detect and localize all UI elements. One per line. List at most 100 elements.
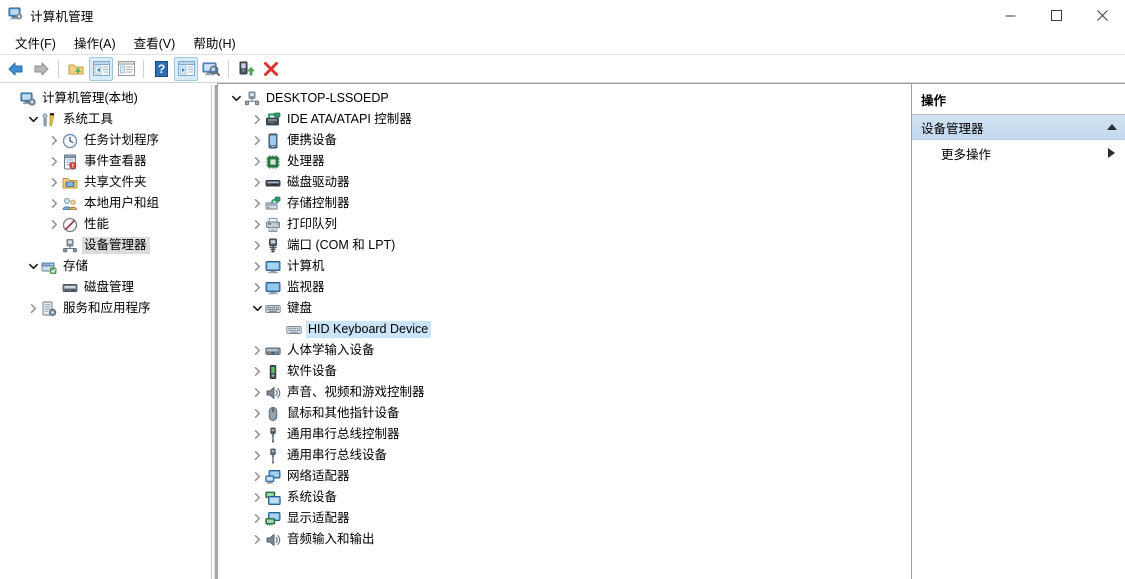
sidebar-tree-row[interactable]: 服务和应用程序 <box>0 298 209 319</box>
menu-help[interactable]: 帮助(H) <box>184 30 244 55</box>
device-tree-row[interactable]: 键盘 <box>218 298 911 319</box>
uninstall-device-icon[interactable] <box>259 57 283 81</box>
menu-action[interactable]: 操作(A) <box>65 30 125 55</box>
chevron-placeholder <box>4 91 20 107</box>
chevron-right-icon[interactable] <box>249 175 265 191</box>
shared-folders-icon: 23 <box>62 175 78 191</box>
device-tree-row[interactable]: 便携设备 <box>218 130 911 151</box>
device-tree-row-label: 鼠标和其他指针设备 <box>287 406 400 420</box>
sidebar-tree-row-label: 存储 <box>63 259 89 273</box>
sidebar-tree-row[interactable]: 事件查看器 <box>0 151 209 172</box>
chevron-right-icon[interactable] <box>46 175 62 191</box>
chevron-right-icon[interactable] <box>249 469 265 485</box>
ide-controller-icon <box>265 112 281 128</box>
chevron-right-icon[interactable] <box>249 154 265 170</box>
device-tree-row[interactable]: 计算机 <box>218 256 911 277</box>
sidebar-tree-row[interactable]: 计算机管理(本地) <box>0 88 209 109</box>
device-tree-row[interactable]: 鼠标和其他指针设备 <box>218 403 911 424</box>
collapse-triangle-icon[interactable] <box>1107 124 1117 130</box>
chevron-right-icon[interactable] <box>249 280 265 296</box>
sidebar-tree-row[interactable]: 性能 <box>0 214 209 235</box>
chevron-right-icon[interactable] <box>249 385 265 401</box>
update-driver-icon[interactable] <box>234 57 258 81</box>
chevron-right-icon[interactable] <box>249 217 265 233</box>
device-tree-row[interactable]: 端口 (COM 和 LPT) <box>218 235 911 256</box>
chevron-right-icon[interactable] <box>46 154 62 170</box>
sidebar-tree-row[interactable]: 本地用户和组 <box>0 193 209 214</box>
device-tree-row[interactable]: 网络适配器 <box>218 466 911 487</box>
device-tree-row[interactable]: 软件设备 <box>218 361 911 382</box>
device-tree-row[interactable]: 处理器 <box>218 151 911 172</box>
device-tree-row[interactable]: 存储控制器 <box>218 193 911 214</box>
device-tree-row[interactable]: 显示适配器 <box>218 508 911 529</box>
chevron-right-icon[interactable] <box>249 133 265 149</box>
device-manager-pane[interactable]: DESKTOP-LSSOEDP IDE ATA/ATAPI 控制器 便携设备 处理器磁… <box>217 83 911 579</box>
help-icon[interactable]: ? <box>149 57 173 81</box>
toolbar-separator <box>143 59 144 78</box>
chevron-right-icon[interactable] <box>249 406 265 422</box>
chevron-right-icon[interactable] <box>25 301 41 317</box>
toolbar: ? <box>0 55 1125 83</box>
sound-video-game-icon <box>265 385 281 401</box>
chevron-down-icon[interactable] <box>25 112 41 128</box>
device-tree-row[interactable]: 通用串行总线控制器 <box>218 424 911 445</box>
forward-arrow-icon[interactable] <box>29 57 53 81</box>
menu-view[interactable]: 查看(V) <box>125 30 185 55</box>
close-button[interactable] <box>1079 0 1125 30</box>
task-scheduler-icon <box>62 133 78 149</box>
chevron-right-icon[interactable] <box>249 448 265 464</box>
device-tree-row[interactable]: 人体学输入设备 <box>218 340 911 361</box>
actions-section-label: 设备管理器 <box>921 121 984 136</box>
sidebar-tree-row[interactable]: 23 共享文件夹 <box>0 172 209 193</box>
minimize-button[interactable] <box>987 0 1033 30</box>
device-tree-row[interactable]: IDE ATA/ATAPI 控制器 <box>218 109 911 130</box>
scan-hardware-icon[interactable] <box>199 57 223 81</box>
maximize-button[interactable] <box>1033 0 1079 30</box>
left-splitter[interactable] <box>210 83 217 579</box>
back-arrow-icon[interactable] <box>4 57 28 81</box>
chevron-right-icon[interactable] <box>46 133 62 149</box>
device-tree-row[interactable]: 音频输入和输出 <box>218 529 911 550</box>
up-folder-icon[interactable] <box>64 57 88 81</box>
chevron-right-icon[interactable] <box>46 217 62 233</box>
sidebar-tree-row[interactable]: 存储 <box>0 256 209 277</box>
console-tree-pane[interactable]: 计算机管理(本地) 系统工具 任务计划程序 事件查看器 23 共享文件夹 本地用户和组 性能设… <box>0 83 210 579</box>
chevron-down-icon[interactable] <box>228 91 244 107</box>
chevron-right-icon[interactable] <box>249 532 265 548</box>
chevron-right-icon[interactable] <box>249 259 265 275</box>
device-tree-row-label: 键盘 <box>287 301 313 315</box>
chevron-right-icon[interactable] <box>249 112 265 128</box>
sidebar-tree-row[interactable]: 系统工具 <box>0 109 209 130</box>
chevron-right-icon[interactable] <box>249 490 265 506</box>
sidebar-tree-row[interactable]: 磁盘管理 <box>0 277 209 298</box>
menu-file[interactable]: 文件(F) <box>6 30 65 55</box>
properties-icon[interactable] <box>114 57 138 81</box>
device-tree-row[interactable]: 打印队列 <box>218 214 911 235</box>
chevron-right-icon[interactable] <box>249 196 265 212</box>
device-tree-row[interactable]: DESKTOP-LSSOEDP <box>218 88 911 109</box>
show-console-tree-icon[interactable] <box>89 56 113 81</box>
sidebar-tree-row[interactable]: 任务计划程序 <box>0 130 209 151</box>
chevron-right-icon[interactable] <box>249 238 265 254</box>
device-tree-row[interactable]: 监视器 <box>218 277 911 298</box>
device-tree-row[interactable]: 通用串行总线设备 <box>218 445 911 466</box>
chevron-right-icon[interactable] <box>249 511 265 527</box>
chevron-down-icon[interactable] <box>25 259 41 275</box>
actions-section-device-manager[interactable]: 设备管理器 <box>912 115 1125 140</box>
window-title: 计算机管理 <box>30 9 94 24</box>
device-tree-row[interactable]: HID Keyboard Device <box>218 319 911 340</box>
action-more-actions[interactable]: 更多操作 <box>912 140 1125 166</box>
device-tree-row-label: 通用串行总线控制器 <box>287 427 400 441</box>
chevron-right-icon[interactable] <box>46 196 62 212</box>
toolbar-separator <box>58 59 59 78</box>
chevron-down-icon[interactable] <box>249 301 265 317</box>
chevron-right-icon[interactable] <box>249 343 265 359</box>
device-tree-row-label: 计算机 <box>287 259 325 273</box>
chevron-right-icon[interactable] <box>249 364 265 380</box>
device-tree-row[interactable]: 磁盘驱动器 <box>218 172 911 193</box>
device-tree-row[interactable]: 声音、视频和游戏控制器 <box>218 382 911 403</box>
device-tree-row[interactable]: 系统设备 <box>218 487 911 508</box>
chevron-right-icon[interactable] <box>249 427 265 443</box>
show-action-pane-icon[interactable] <box>174 56 198 81</box>
sidebar-tree-row[interactable]: 设备管理器 <box>0 235 209 256</box>
